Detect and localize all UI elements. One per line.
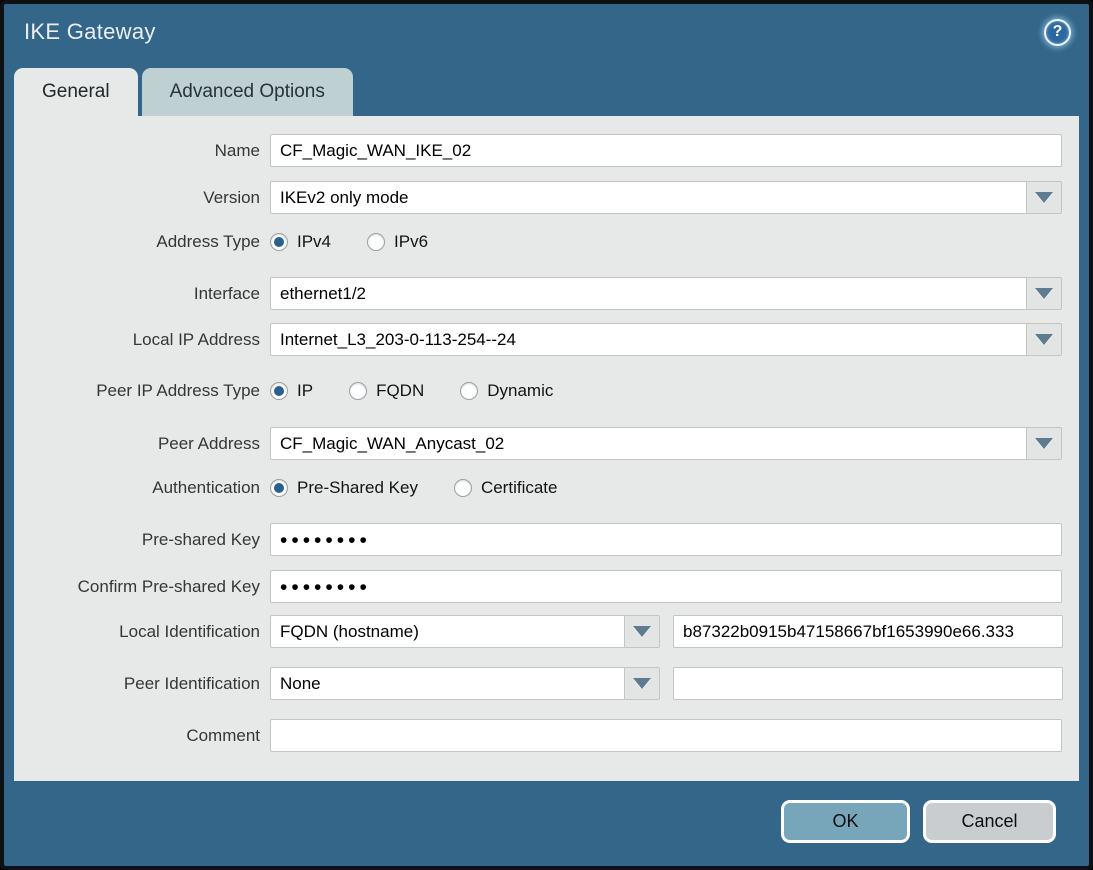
ok-button[interactable]: OK xyxy=(781,800,910,843)
title-bar: IKE Gateway ? xyxy=(4,4,1089,60)
interface-select-value[interactable]: ethernet1/2 xyxy=(270,277,1027,310)
version-select[interactable]: IKEv2 only mode xyxy=(270,181,1062,214)
confirm-pre-shared-key-row: Confirm Pre-shared Key •••••••• xyxy=(14,570,1079,603)
radio-selected-icon[interactable] xyxy=(270,479,288,497)
comment-label: Comment xyxy=(14,726,260,746)
peer-identification-select-button[interactable] xyxy=(625,667,660,700)
peer-ip-address-type-row: Peer IP Address Type IP FQDN Dynamic xyxy=(14,377,1079,405)
peer-address-select-value[interactable]: CF_Magic_WAN_Anycast_02 xyxy=(270,427,1027,460)
chevron-down-icon xyxy=(633,626,651,637)
pre-shared-key-row: Pre-shared Key •••••••• xyxy=(14,523,1079,556)
peer-identification-value-input[interactable] xyxy=(673,667,1063,700)
comment-input[interactable] xyxy=(270,719,1062,752)
version-select-value[interactable]: IKEv2 only mode xyxy=(270,181,1027,214)
cancel-button[interactable]: Cancel xyxy=(923,800,1056,843)
confirm-pre-shared-key-label: Confirm Pre-shared Key xyxy=(14,577,260,597)
tab-general[interactable]: General xyxy=(14,68,138,116)
interface-select-button[interactable] xyxy=(1027,277,1062,310)
address-type-label: Address Type xyxy=(14,232,260,252)
confirm-pre-shared-key-input[interactable]: •••••••• xyxy=(270,570,1062,603)
local-identification-row: Local Identification FQDN (hostname) b87… xyxy=(14,615,1079,648)
version-row: Version IKEv2 only mode xyxy=(14,181,1079,214)
peer-ip-type-option-ip[interactable]: IP xyxy=(270,381,313,401)
version-select-button[interactable] xyxy=(1027,181,1062,214)
peer-ip-type-option-fqdn[interactable]: FQDN xyxy=(349,381,424,401)
chevron-down-icon xyxy=(1035,438,1053,449)
local-ip-address-select[interactable]: Internet_L3_203-0-113-254--24 xyxy=(270,323,1062,356)
radio-unselected-icon[interactable] xyxy=(349,382,367,400)
local-identification-select-button[interactable] xyxy=(625,615,660,648)
authentication-row: Authentication Pre-Shared Key Certificat… xyxy=(14,474,1079,502)
local-ip-address-select-value[interactable]: Internet_L3_203-0-113-254--24 xyxy=(270,323,1027,356)
radio-unselected-icon[interactable] xyxy=(367,233,385,251)
masked-password: •••••••• xyxy=(280,586,371,588)
masked-password: •••••••• xyxy=(280,539,371,541)
interface-select[interactable]: ethernet1/2 xyxy=(270,277,1062,310)
local-ip-address-label: Local IP Address xyxy=(14,330,260,350)
peer-ip-address-type-label: Peer IP Address Type xyxy=(14,381,260,401)
local-identification-value-input[interactable]: b87322b0915b47158667bf1653990e66.333 xyxy=(673,615,1063,648)
dialog-footer: OK Cancel xyxy=(4,781,1089,843)
chevron-down-icon xyxy=(1035,288,1053,299)
dialog-title: IKE Gateway xyxy=(24,19,156,45)
interface-row: Interface ethernet1/2 xyxy=(14,277,1079,310)
tab-advanced-options[interactable]: Advanced Options xyxy=(142,68,353,116)
peer-address-label: Peer Address xyxy=(14,434,260,454)
authentication-option-certificate[interactable]: Certificate xyxy=(454,478,558,498)
comment-row: Comment xyxy=(14,719,1079,752)
radio-unselected-icon[interactable] xyxy=(460,382,478,400)
local-identification-label: Local Identification xyxy=(14,622,260,642)
peer-address-row: Peer Address CF_Magic_WAN_Anycast_02 xyxy=(14,427,1079,460)
authentication-label: Authentication xyxy=(14,478,260,498)
local-identification-type-select[interactable]: FQDN (hostname) xyxy=(270,615,660,648)
radio-unselected-icon[interactable] xyxy=(454,479,472,497)
name-input[interactable]: CF_Magic_WAN_IKE_02 xyxy=(270,134,1062,167)
general-tab-panel: Name CF_Magic_WAN_IKE_02 Version IKEv2 o… xyxy=(14,116,1079,781)
local-ip-address-row: Local IP Address Internet_L3_203-0-113-2… xyxy=(14,323,1079,356)
name-label: Name xyxy=(14,141,260,161)
peer-identification-type-value[interactable]: None xyxy=(270,667,625,700)
radio-selected-icon[interactable] xyxy=(270,382,288,400)
chevron-down-icon xyxy=(633,678,651,689)
version-label: Version xyxy=(14,188,260,208)
peer-address-select-button[interactable] xyxy=(1027,427,1062,460)
interface-label: Interface xyxy=(14,284,260,304)
peer-address-select[interactable]: CF_Magic_WAN_Anycast_02 xyxy=(270,427,1062,460)
chevron-down-icon xyxy=(1035,334,1053,345)
peer-identification-type-select[interactable]: None xyxy=(270,667,660,700)
name-row: Name CF_Magic_WAN_IKE_02 xyxy=(14,134,1079,167)
address-type-option-ipv6[interactable]: IPv6 xyxy=(367,232,428,252)
help-icon[interactable]: ? xyxy=(1044,19,1071,46)
ike-gateway-dialog: IKE Gateway ? General Advanced Options N… xyxy=(0,0,1093,870)
peer-ip-type-option-dynamic[interactable]: Dynamic xyxy=(460,381,553,401)
tab-bar: General Advanced Options xyxy=(4,68,1089,116)
pre-shared-key-input[interactable]: •••••••• xyxy=(270,523,1062,556)
peer-identification-label: Peer Identification xyxy=(14,674,260,694)
peer-identification-row: Peer Identification None xyxy=(14,667,1079,700)
chevron-down-icon xyxy=(1035,192,1053,203)
pre-shared-key-label: Pre-shared Key xyxy=(14,530,260,550)
authentication-option-pre-shared-key[interactable]: Pre-Shared Key xyxy=(270,478,418,498)
local-identification-type-value[interactable]: FQDN (hostname) xyxy=(270,615,625,648)
radio-selected-icon[interactable] xyxy=(270,233,288,251)
local-ip-address-select-button[interactable] xyxy=(1027,323,1062,356)
address-type-option-ipv4[interactable]: IPv4 xyxy=(270,232,331,252)
address-type-row: Address Type IPv4 IPv6 xyxy=(14,228,1079,256)
